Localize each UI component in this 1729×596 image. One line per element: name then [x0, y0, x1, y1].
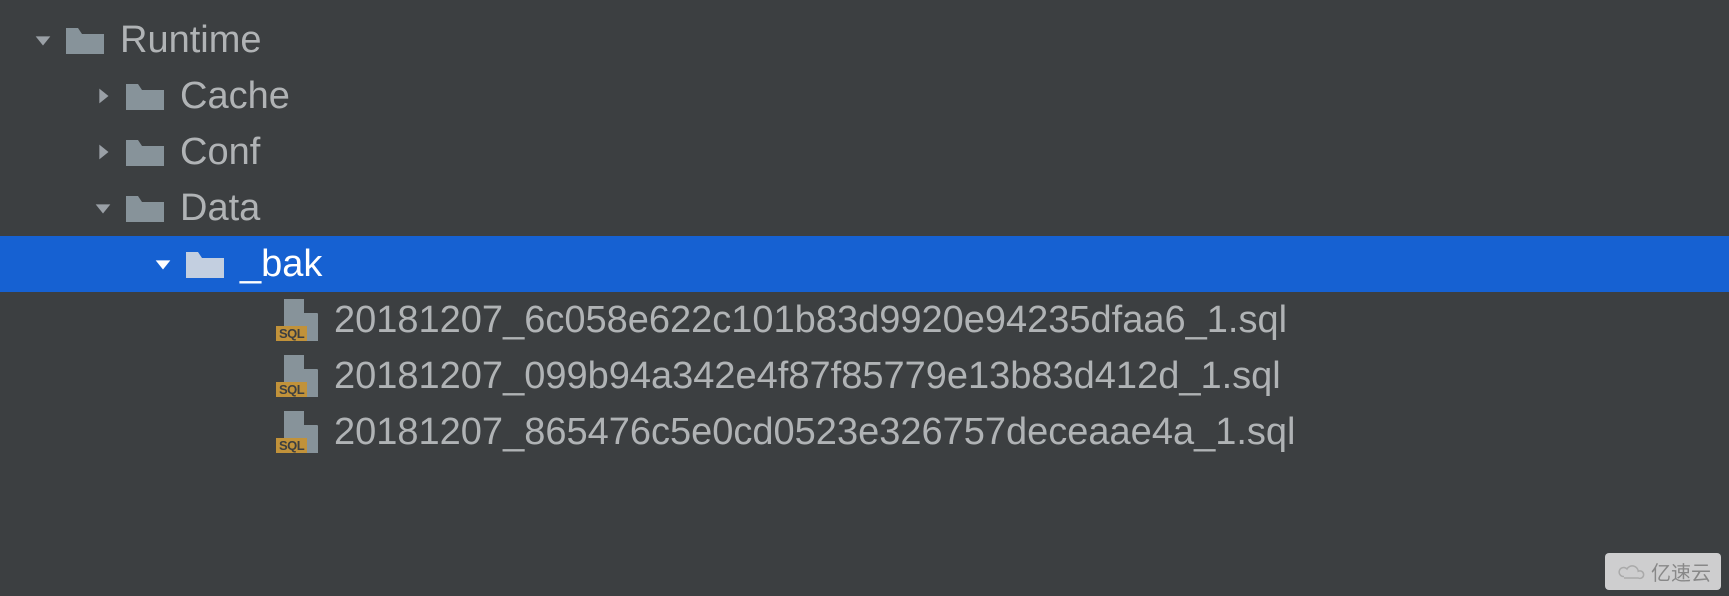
chevron-down-icon[interactable] [88, 197, 118, 219]
sql-file-icon: SQL [276, 411, 320, 453]
folder-icon [124, 192, 166, 224]
sql-file-icon: SQL [276, 299, 320, 341]
watermark-text: 亿速云 [1651, 557, 1711, 586]
cloud-icon [1615, 562, 1645, 582]
folder-label: Cache [180, 75, 290, 118]
chevron-down-icon[interactable] [28, 29, 58, 51]
sql-file-icon: SQL [276, 355, 320, 397]
file-tree: Runtime Cache Conf Data [0, 0, 1729, 460]
tree-folder-cache[interactable]: Cache [0, 68, 1729, 124]
folder-icon [124, 80, 166, 112]
tree-file-sql[interactable]: SQL 20181207_6c058e622c101b83d9920e94235… [0, 292, 1729, 348]
folder-label: Conf [180, 131, 260, 174]
file-label: 20181207_099b94a342e4f87f85779e13b83d412… [334, 355, 1281, 398]
chevron-down-icon[interactable] [148, 253, 178, 275]
tree-folder-bak[interactable]: _bak [0, 236, 1729, 292]
watermark: 亿速云 [1605, 553, 1721, 590]
tree-file-sql[interactable]: SQL 20181207_099b94a342e4f87f85779e13b83… [0, 348, 1729, 404]
folder-label: Runtime [120, 19, 262, 62]
tree-folder-conf[interactable]: Conf [0, 124, 1729, 180]
chevron-right-icon[interactable] [88, 141, 118, 163]
folder-icon [64, 24, 106, 56]
file-label: 20181207_865476c5e0cd0523e326757deceaae4… [334, 411, 1296, 454]
file-label: 20181207_6c058e622c101b83d9920e94235dfaa… [334, 299, 1287, 342]
folder-label: Data [180, 187, 260, 230]
folder-label: _bak [240, 243, 322, 286]
folder-icon [184, 248, 226, 280]
tree-folder-runtime[interactable]: Runtime [0, 12, 1729, 68]
chevron-right-icon[interactable] [88, 85, 118, 107]
tree-file-sql[interactable]: SQL 20181207_865476c5e0cd0523e326757dece… [0, 404, 1729, 460]
folder-icon [124, 136, 166, 168]
tree-folder-data[interactable]: Data [0, 180, 1729, 236]
